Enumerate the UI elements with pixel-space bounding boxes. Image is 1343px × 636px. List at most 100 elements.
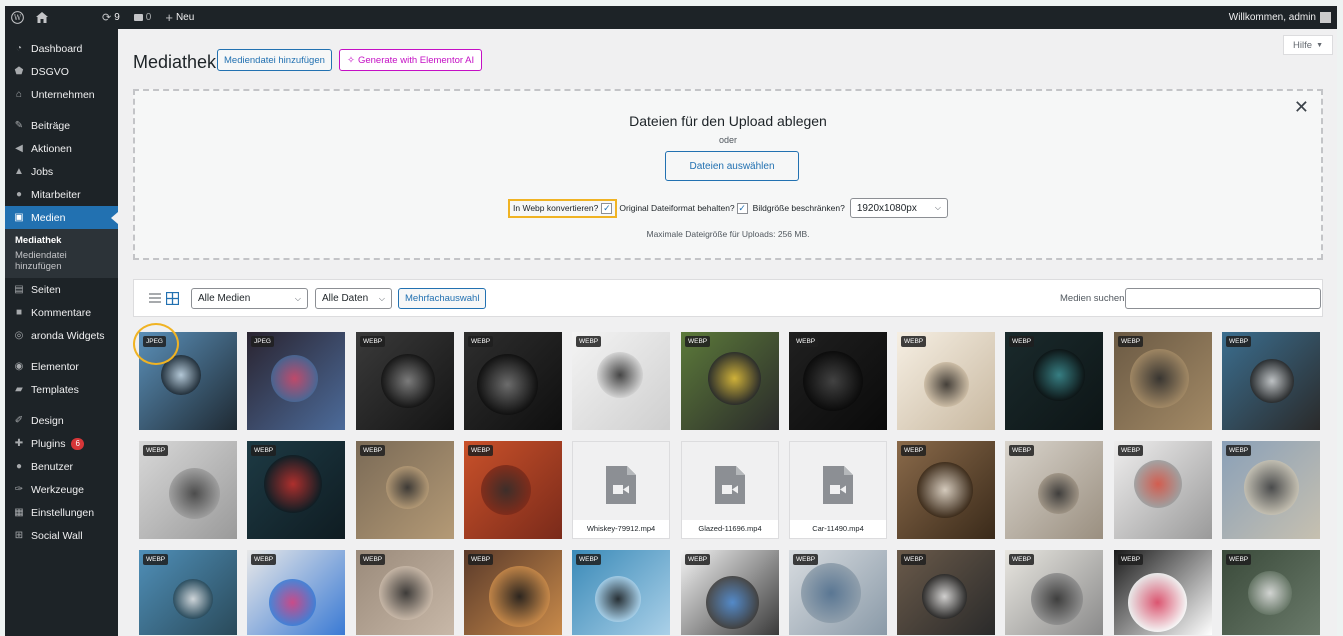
sidebar-item-mitarbeiter[interactable]: ● Mitarbeiter <box>5 183 118 206</box>
media-tile-image[interactable]: WEBP <box>1114 441 1212 539</box>
file-type-badge: WEBP <box>360 445 386 456</box>
media-tile-image[interactable]: WEBP <box>1005 550 1103 635</box>
media-tile-image[interactable]: WEBP <box>1005 332 1103 430</box>
submenu-add-media[interactable]: Mediendatei hinzufügen <box>5 250 118 272</box>
sidebar-item-beitraege[interactable]: ✎ Beiträge <box>5 114 118 137</box>
comment-icon <box>133 14 143 21</box>
file-type-badge: WEBP <box>901 554 927 565</box>
media-tile-image[interactable]: WEBP <box>356 550 454 635</box>
media-tile-image[interactable]: WEBP <box>247 441 345 539</box>
jpeg-highlight-circle <box>133 323 179 365</box>
upload-dropzone[interactable]: ✕ Dateien für den Upload ablegen oder Da… <box>133 89 1323 260</box>
media-tile-image[interactable]: WEBP <box>681 332 779 430</box>
upload-title: Dateien für den Upload ablegen <box>629 113 827 129</box>
sidebar-item-aktionen[interactable]: ◀ Aktionen <box>5 137 118 160</box>
avatar <box>1320 12 1331 23</box>
sidebar-item-seiten[interactable]: ▤ Seiten <box>5 278 118 301</box>
sparkle-icon: ✧ <box>347 54 355 66</box>
file-type-badge: WEBP <box>360 336 386 347</box>
file-type-badge: WEBP <box>468 554 494 565</box>
media-tile-image[interactable]: WEBP <box>897 550 995 635</box>
add-media-button[interactable]: Mediendatei hinzufügen <box>217 49 332 71</box>
thumbnail-subject <box>1129 348 1189 408</box>
media-tile-video[interactable]: Whiskey-79912.mp4 <box>572 441 670 539</box>
updates-link[interactable]: ⟳ 9 <box>95 6 127 29</box>
media-tile-image[interactable]: WEBP <box>1222 550 1320 635</box>
file-type-badge: WEBP <box>251 445 277 456</box>
sidebar-item-jobs[interactable]: ▲ Jobs <box>5 160 118 183</box>
thumbnail-subject <box>168 467 220 519</box>
sidebar-item-templates[interactable]: ▰ Templates <box>5 378 118 401</box>
media-type-filter[interactable]: Alle Medien ⌵ <box>191 288 308 309</box>
user-icon: ● <box>15 461 23 472</box>
media-submenu: Mediathek Mediendatei hinzufügen <box>5 229 118 278</box>
thumbnail-subject <box>481 465 531 515</box>
media-tile-image[interactable]: WEBP <box>681 550 779 635</box>
media-tile-image[interactable]: WEBP <box>897 441 995 539</box>
help-tab[interactable]: Hilfe ▼ <box>1283 35 1333 55</box>
folder-icon: ▰ <box>15 384 23 395</box>
media-tile-image[interactable]: WEBP <box>572 332 670 430</box>
chevron-down-icon: ⌵ <box>934 203 941 212</box>
file-type-badge: WEBP <box>685 336 711 347</box>
account-menu[interactable]: Willkommen, admin <box>1229 6 1331 29</box>
media-tile-image[interactable]: WEBP <box>572 550 670 635</box>
media-search-input[interactable] <box>1125 288 1321 309</box>
media-tile-video[interactable]: Glazed-11696.mp4 <box>681 441 779 539</box>
media-tile-image[interactable]: WEBP <box>1114 332 1212 430</box>
sidebar-item-unternehmen[interactable]: ⌂ Unternehmen <box>5 83 118 106</box>
media-tile-image[interactable]: WEBP <box>789 332 887 430</box>
sidebar-item-einstellungen[interactable]: ▦ Einstellungen <box>5 501 118 524</box>
shield-icon: ⬟ <box>14 66 24 77</box>
plugins-update-badge: 6 <box>71 437 84 450</box>
media-tile-image[interactable]: WEBP <box>789 550 887 635</box>
media-tile-image[interactable]: WEBP <box>464 332 562 430</box>
comments-link[interactable]: 0 <box>127 6 159 29</box>
keep-format-checkbox[interactable]: ✓ <box>736 202 748 214</box>
media-tile-image[interactable]: WEBP <box>139 441 237 539</box>
sidebar-item-kommentare[interactable]: ■ Kommentare <box>5 301 118 324</box>
media-tile-image[interactable]: WEBP <box>1222 441 1320 539</box>
media-tile-image[interactable]: WEBP <box>897 332 995 430</box>
thumbnail-subject <box>488 565 550 627</box>
date-filter[interactable]: Alle Daten ⌵ <box>315 288 392 309</box>
file-type-badge: WEBP <box>143 445 169 456</box>
bulk-select-button[interactable]: Mehrfachauswahl <box>398 288 487 309</box>
file-type-badge: WEBP <box>360 554 386 565</box>
sidebar-item-social-wall[interactable]: ⊞ Social Wall <box>5 524 118 547</box>
media-tile-image[interactable]: WEBP <box>1114 550 1212 635</box>
media-tile-image[interactable]: WEBP <box>464 441 562 539</box>
sidebar-item-dashboard[interactable]: ◔ Dashboard <box>5 37 118 60</box>
elementor-ai-button[interactable]: ✧ Generate with Elementor AI <box>339 49 483 71</box>
list-view-icon[interactable] <box>148 291 162 305</box>
thumbnail-subject <box>1248 571 1292 615</box>
media-tile-image[interactable]: WEBP <box>356 332 454 430</box>
sidebar-item-elementor[interactable]: ◉ Elementor <box>5 355 118 378</box>
image-size-select[interactable]: 1920x1080px ⌵ <box>849 198 948 218</box>
media-tile-image[interactable]: WEBP <box>356 441 454 539</box>
sidebar-item-design[interactable]: ✐ Design <box>5 409 118 432</box>
sidebar-item-plugins[interactable]: ✚ Plugins 6 <box>5 432 118 455</box>
media-tile-image[interactable]: WEBP <box>1222 332 1320 430</box>
sidebar-item-aronda-widgets[interactable]: ◎ aronda Widgets <box>5 324 118 347</box>
sidebar-item-benutzer[interactable]: ● Benutzer <box>5 455 118 478</box>
media-tile-image[interactable]: JPEG <box>247 332 345 430</box>
webp-checkbox[interactable]: ✓ <box>601 202 613 214</box>
new-content-link[interactable]: + Neu <box>158 6 201 29</box>
wordpress-logo-icon[interactable]: W <box>5 6 29 29</box>
media-tile-image[interactable]: WEBP <box>139 550 237 635</box>
submenu-mediathek[interactable]: Mediathek <box>5 235 118 246</box>
site-home-icon[interactable] <box>29 6 55 29</box>
select-files-button[interactable]: Dateien auswählen <box>665 151 799 181</box>
elementor-icon: ◉ <box>14 361 24 372</box>
media-tile-image[interactable]: WEBP <box>464 550 562 635</box>
media-tile-image[interactable]: WEBP <box>1005 441 1103 539</box>
media-tile-video[interactable]: Car-11490.mp4 <box>789 441 887 539</box>
sidebar-item-medien[interactable]: ▣ Medien <box>5 206 118 229</box>
grid-view-icon[interactable] <box>165 291 179 305</box>
media-tile-image[interactable]: WEBP <box>247 550 345 635</box>
media-icon: ▣ <box>14 212 24 223</box>
sidebar-item-dsgvo[interactable]: ⬟ DSGVO <box>5 60 118 83</box>
sidebar-item-werkzeuge[interactable]: ✑ Werkzeuge <box>5 478 118 501</box>
chevron-down-icon: ⌵ <box>378 293 385 303</box>
